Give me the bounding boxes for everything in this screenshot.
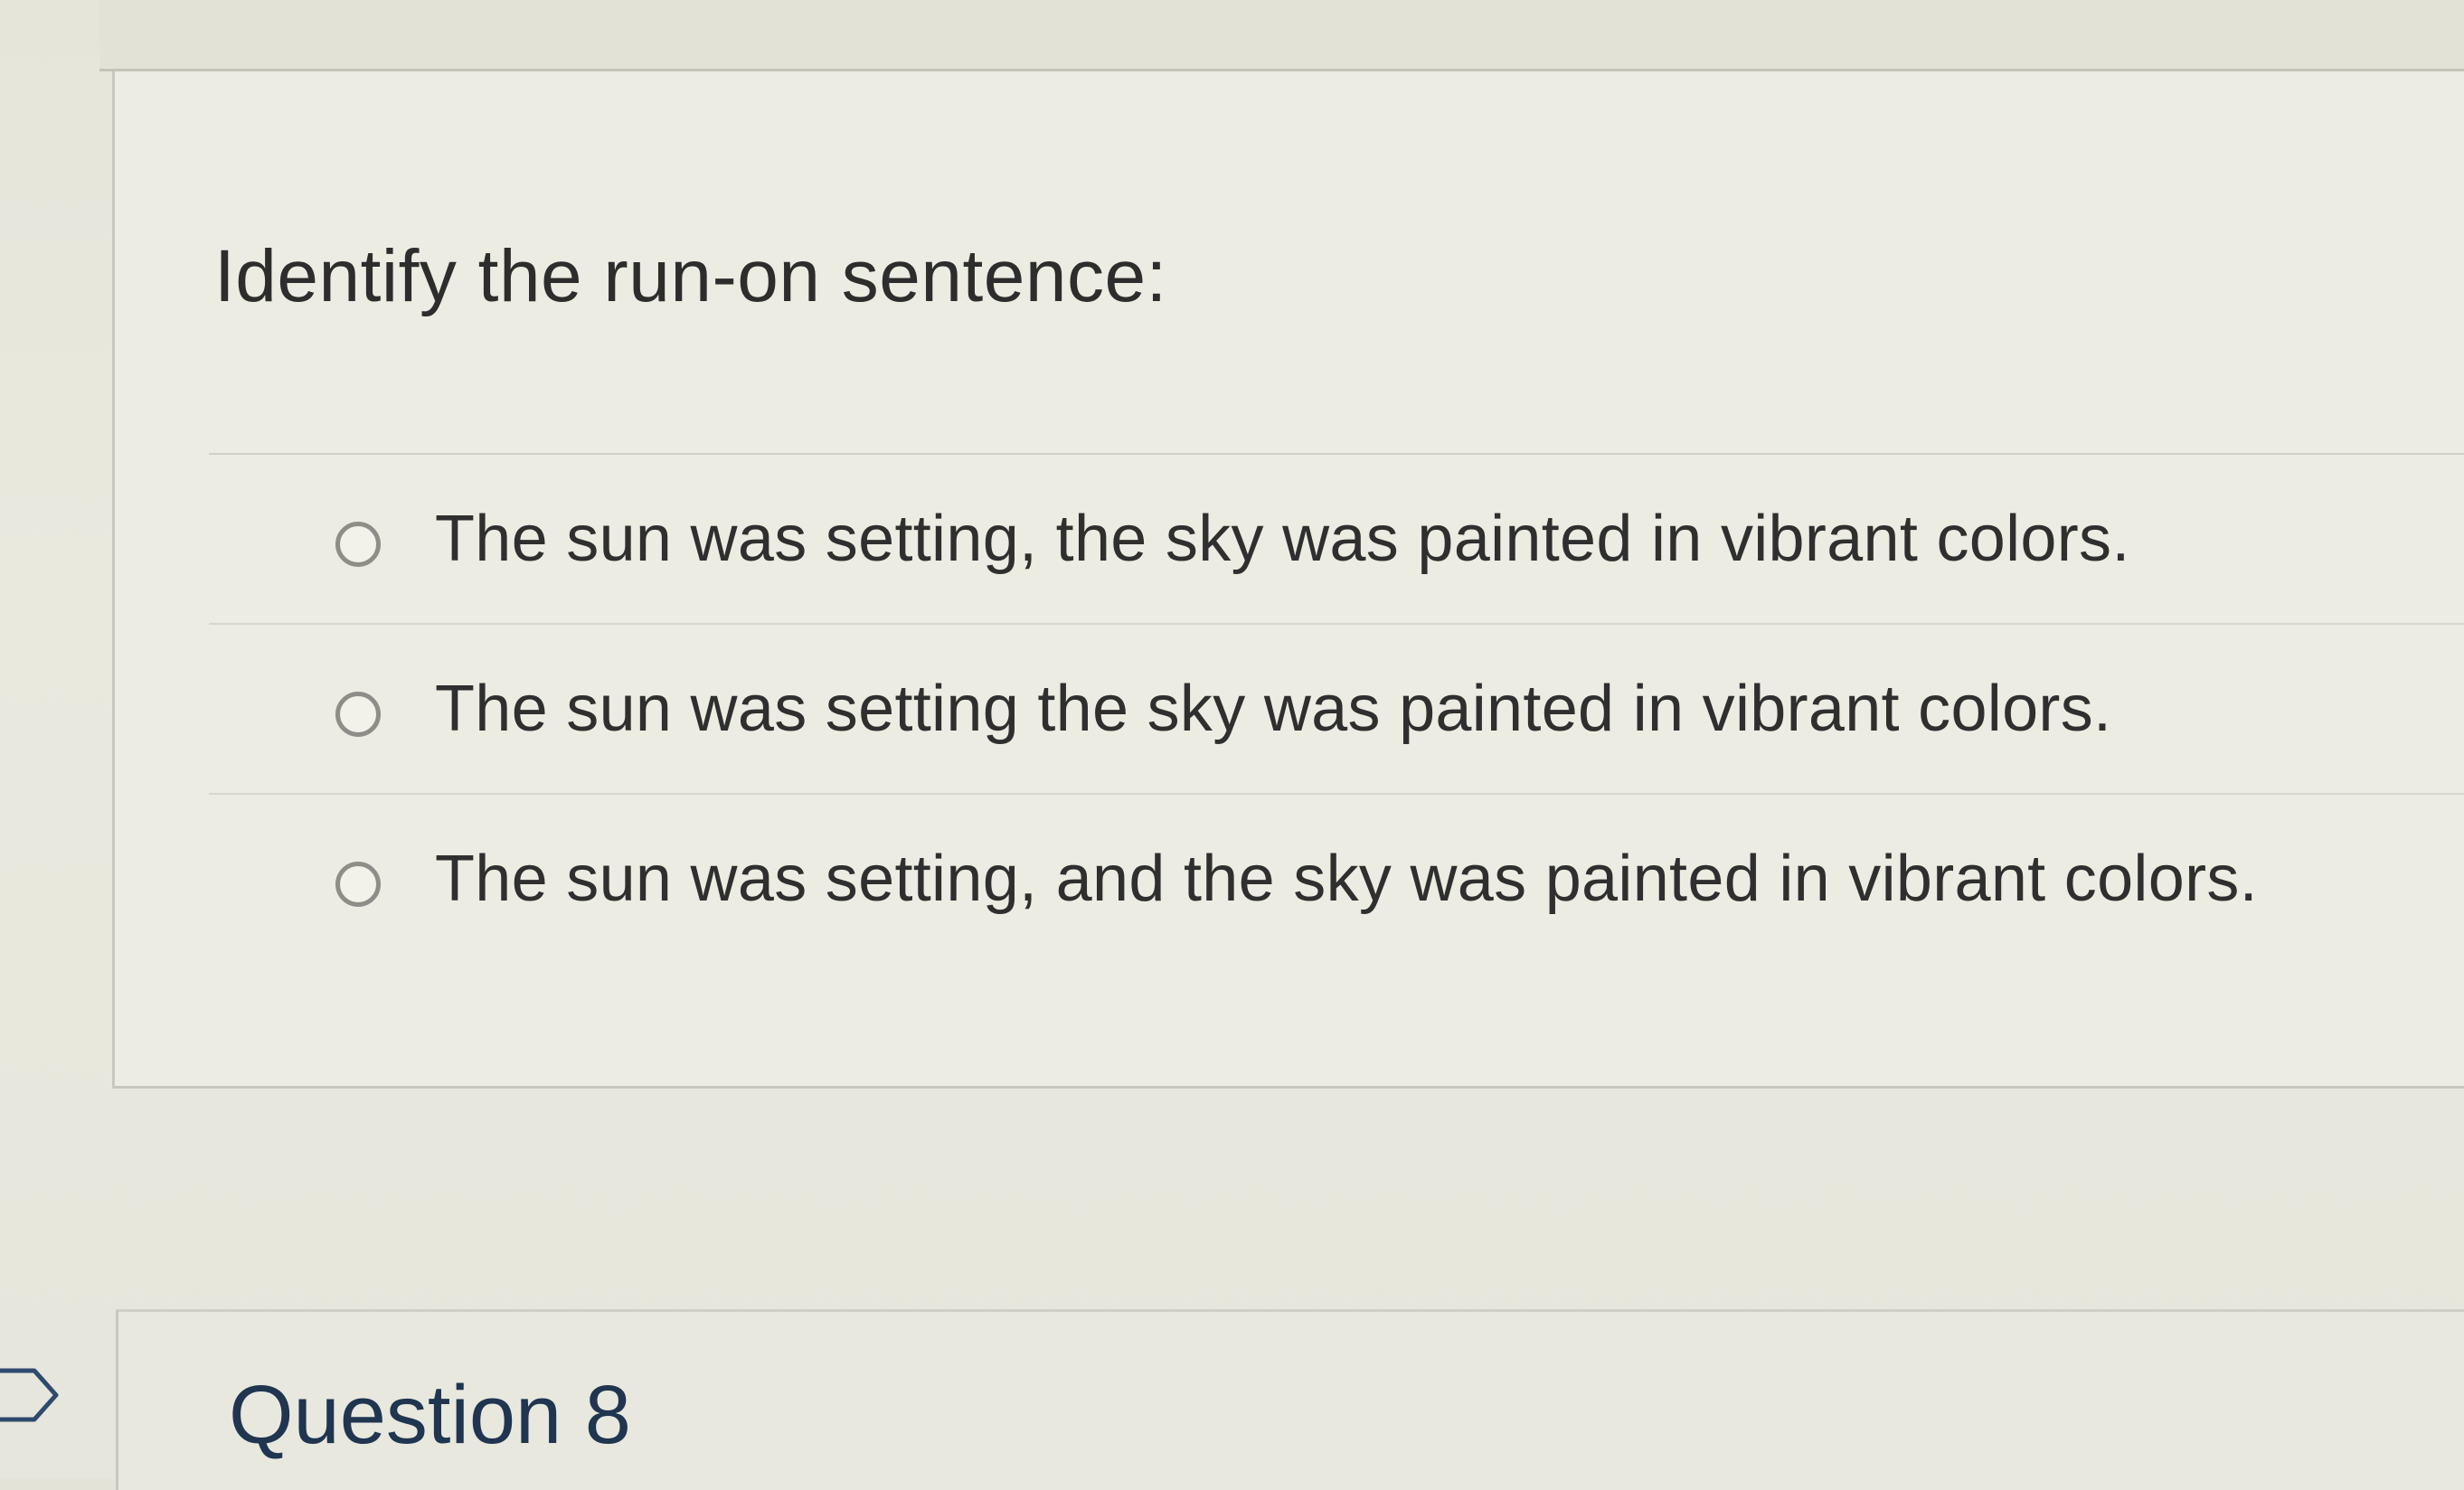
flag-icon[interactable]	[0, 1363, 63, 1427]
answer-label[interactable]: The sun was setting the sky was painted …	[435, 672, 2111, 746]
answer-label[interactable]: The sun was setting, the sky was painted…	[435, 502, 2130, 576]
page: Identify the run-on sentence: The sun wa…	[0, 0, 2464, 1490]
question-card: Identify the run-on sentence: The sun wa…	[112, 71, 2464, 1089]
answer-option-2[interactable]: The sun was setting the sky was painted …	[209, 625, 2464, 795]
question-number-heading: Question 8	[229, 1369, 631, 1461]
radio-button[interactable]	[335, 692, 381, 737]
radio-button[interactable]	[335, 522, 381, 567]
answer-label[interactable]: The sun was setting, and the sky was pai…	[435, 842, 2258, 916]
previous-question-footer	[99, 0, 2464, 71]
answer-list: The sun was setting, the sky was painted…	[209, 455, 2464, 965]
radio-button[interactable]	[335, 862, 381, 907]
answer-option-3[interactable]: The sun was setting, and the sky was pai…	[209, 795, 2464, 965]
answer-option-1[interactable]: The sun was setting, the sky was painted…	[209, 455, 2464, 625]
question-prompt: Identify the run-on sentence:	[214, 235, 1167, 317]
next-question-card: Question 8	[116, 1309, 2464, 1490]
